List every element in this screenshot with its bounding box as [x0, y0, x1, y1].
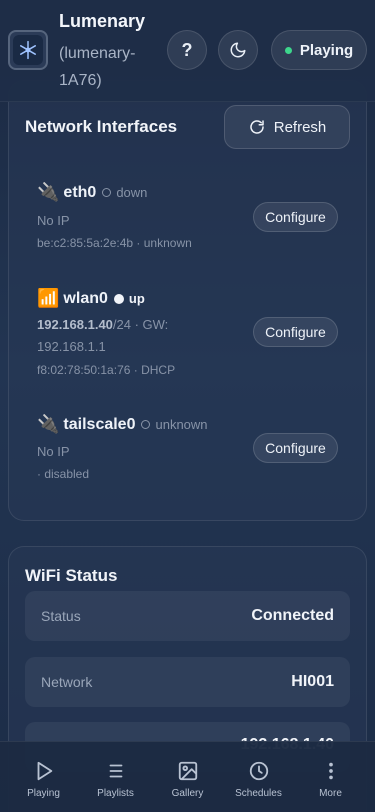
state-ring-icon — [102, 188, 112, 197]
refresh-button[interactable]: Refresh — [224, 105, 350, 149]
nav-label: Playing — [27, 788, 60, 799]
plug-icon: 🔌 — [37, 414, 60, 434]
iface-name-text: wlan0 — [63, 289, 108, 307]
iface-eth0-name: 🔌 eth0 down — [37, 182, 147, 203]
iface-state-badge: unknown — [141, 417, 208, 432]
app-name: Lumenary — [59, 11, 146, 31]
wifi-row-value: Connected — [251, 607, 334, 624]
configure-eth0-button[interactable]: Configure — [253, 202, 338, 232]
help-icon: ? — [181, 39, 193, 60]
iface-tailscale0-details: · disabled — [37, 467, 90, 481]
playback-status-label: Playing — [299, 41, 354, 59]
playback-status-badge[interactable]: Playing — [271, 30, 367, 70]
iface-wlan0-name: 📶 wlan0 up — [37, 288, 145, 309]
app-logo — [8, 30, 48, 70]
iface-eth0-details: be:c2:85:5a:2e:4b · unknown — [37, 236, 192, 250]
status-dot-icon — [284, 46, 292, 54]
refresh-icon — [250, 120, 264, 134]
nav-schedules[interactable]: Schedules — [221, 742, 296, 812]
wifi-status-title: WiFi Status — [25, 566, 118, 585]
nav-label: Schedules — [235, 788, 282, 799]
iface-tailscale0-name: 🔌 tailscale0 unknown — [37, 414, 208, 435]
nav-label: Playlists — [97, 788, 134, 799]
iface-state-text: up — [128, 291, 145, 306]
plug-icon: 🔌 — [37, 182, 60, 202]
wifi-row-key: Network — [41, 674, 93, 690]
nav-playing[interactable]: Playing — [6, 742, 81, 812]
theme-toggle-button[interactable] — [218, 30, 258, 70]
iface-name-text: eth0 — [63, 183, 97, 201]
help-button[interactable]: ? — [167, 30, 207, 70]
device-label: (lumenary-1A76) — [59, 45, 136, 89]
image-icon — [178, 761, 197, 781]
iface-ip-suffix: /24 · GW: — [112, 317, 169, 332]
iface-eth0-ip: No IP — [37, 213, 70, 228]
signal-bars-icon: 📶 — [37, 288, 60, 308]
wifi-row-value: HI001 — [291, 673, 334, 690]
state-dot-icon — [113, 293, 124, 304]
bottom-navigation: Playing Playlists Gallery Schedules More — [0, 741, 375, 812]
nav-more[interactable]: More — [293, 742, 368, 812]
iface-wlan0-gateway: 192.168.1.1 — [37, 339, 106, 354]
iface-wlan0-details: f8:02:78:50:1a:76 · DHCP — [37, 363, 176, 377]
nav-label: Gallery — [171, 788, 204, 799]
iface-name-text: tailscale0 — [63, 415, 136, 433]
configure-tailscale0-button[interactable]: Configure — [253, 433, 338, 463]
wifi-row-network: Network HI001 — [25, 657, 350, 707]
nav-playlists[interactable]: Playlists — [78, 742, 153, 812]
nav-label: More — [319, 788, 342, 799]
refresh-label: Refresh — [273, 118, 327, 136]
wifi-row-status: Status Connected — [25, 591, 350, 641]
configure-wlan0-button[interactable]: Configure — [253, 317, 338, 347]
iface-tailscale0-ip: No IP — [37, 444, 70, 459]
more-vertical-icon — [328, 762, 333, 780]
wifi-row-key: Status — [41, 608, 81, 624]
iface-state-badge: down — [102, 185, 147, 200]
moon-icon — [230, 42, 246, 58]
state-ring-icon — [141, 420, 151, 429]
play-icon — [37, 761, 52, 781]
network-interfaces-title: Network Interfaces — [25, 117, 178, 136]
iface-state-text: down — [116, 185, 148, 200]
clock-icon — [249, 761, 268, 781]
iface-wlan0-ip: 192.168.1.40/24 · GW: — [37, 317, 168, 332]
iface-state-text: unknown — [155, 417, 208, 432]
snowflake-icon — [13, 35, 43, 65]
nav-gallery[interactable]: Gallery — [150, 742, 225, 812]
iface-ip-address: 192.168.1.40 — [37, 317, 113, 332]
list-icon — [109, 764, 122, 778]
iface-state-badge: up — [113, 291, 145, 306]
app-header: Lumenary (lumenary-1A76) ? Playing — [0, 0, 375, 102]
